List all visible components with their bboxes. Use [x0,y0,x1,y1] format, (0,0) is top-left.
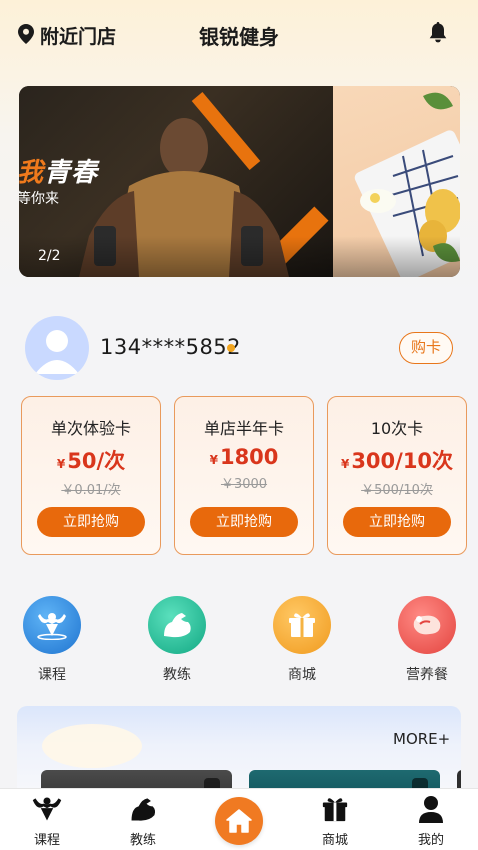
card-name: 单店半年卡 [203,419,284,438]
tab-label: 商城 [321,833,348,848]
banner-subline: 等你来 [19,191,59,207]
more-link[interactable]: MORE+ [393,730,450,748]
tab-label: 教练 [129,833,156,848]
buy-now-button[interactable]: 立即抢购 [343,507,451,537]
card-price: ¥300/10次 [340,449,454,473]
quick-nav-shop[interactable]: 商城 [272,596,332,684]
quick-nav-label: 商城 [288,667,316,683]
card-price: ¥50/次 [56,449,126,473]
muscle-figure-icon [32,797,62,821]
quick-nav-coaches[interactable]: 教练 [147,596,207,684]
buy-card-button[interactable]: 购卡 [399,332,453,364]
buy-now-button[interactable]: 立即抢购 [37,507,145,537]
quick-nav-nutrition[interactable]: 营养餐 [397,596,457,684]
muscle-figure-icon [23,596,81,654]
quick-nav-label: 教练 [163,667,191,683]
membership-card[interactable]: 单次体验卡 ¥50/次 ￥0.01/次 立即抢购 [21,396,161,555]
user-icon [419,796,443,823]
flexed-arm-icon [148,596,206,654]
tab-mine[interactable]: 我的 [401,795,461,848]
quick-nav-label: 课程 [38,667,66,683]
user-phone: 134****5852 [100,335,242,359]
quick-nav-courses[interactable]: 课程 [22,596,82,684]
tab-courses[interactable]: 课程 [17,795,77,848]
membership-card[interactable]: 单店半年卡 ¥1800 ￥3000 立即抢购 [174,396,314,555]
tab-home[interactable] [215,797,263,845]
carousel-indicator: 2/2 [38,248,61,264]
status-dot [227,344,235,352]
card-price: ¥1800 [209,445,279,469]
tab-label: 我的 [417,833,444,848]
tab-coaches[interactable]: 教练 [113,795,173,848]
card-original-price: ￥3000 [220,477,268,492]
banner-headline: 我青春 [19,158,99,188]
avatar[interactable] [25,316,89,380]
card-name: 10次卡 [370,419,424,438]
meat-icon [398,596,456,654]
gift-box-icon [322,798,348,822]
page-title: 银锐健身 [199,25,279,49]
gift-box-icon [273,596,331,654]
bell-icon[interactable] [428,22,448,48]
card-original-price: ￥0.01/次 [61,483,121,498]
tab-shop[interactable]: 商城 [305,795,365,848]
banner-carousel[interactable]: 我青春 等你来 2/2 [19,86,460,277]
quick-nav-label: 营养餐 [406,667,448,683]
buy-now-button[interactable]: 立即抢购 [190,507,298,537]
membership-card[interactable]: 10次卡 ¥300/10次 ￥500/10次 立即抢购 [327,396,467,555]
card-name: 单次体验卡 [50,419,131,438]
home-icon [226,809,252,833]
flexed-arm-icon [131,798,156,821]
card-original-price: ￥500/10次 [361,483,433,498]
top-header: 附近门店 银锐健身 [0,0,478,70]
tab-label: 课程 [33,833,60,848]
